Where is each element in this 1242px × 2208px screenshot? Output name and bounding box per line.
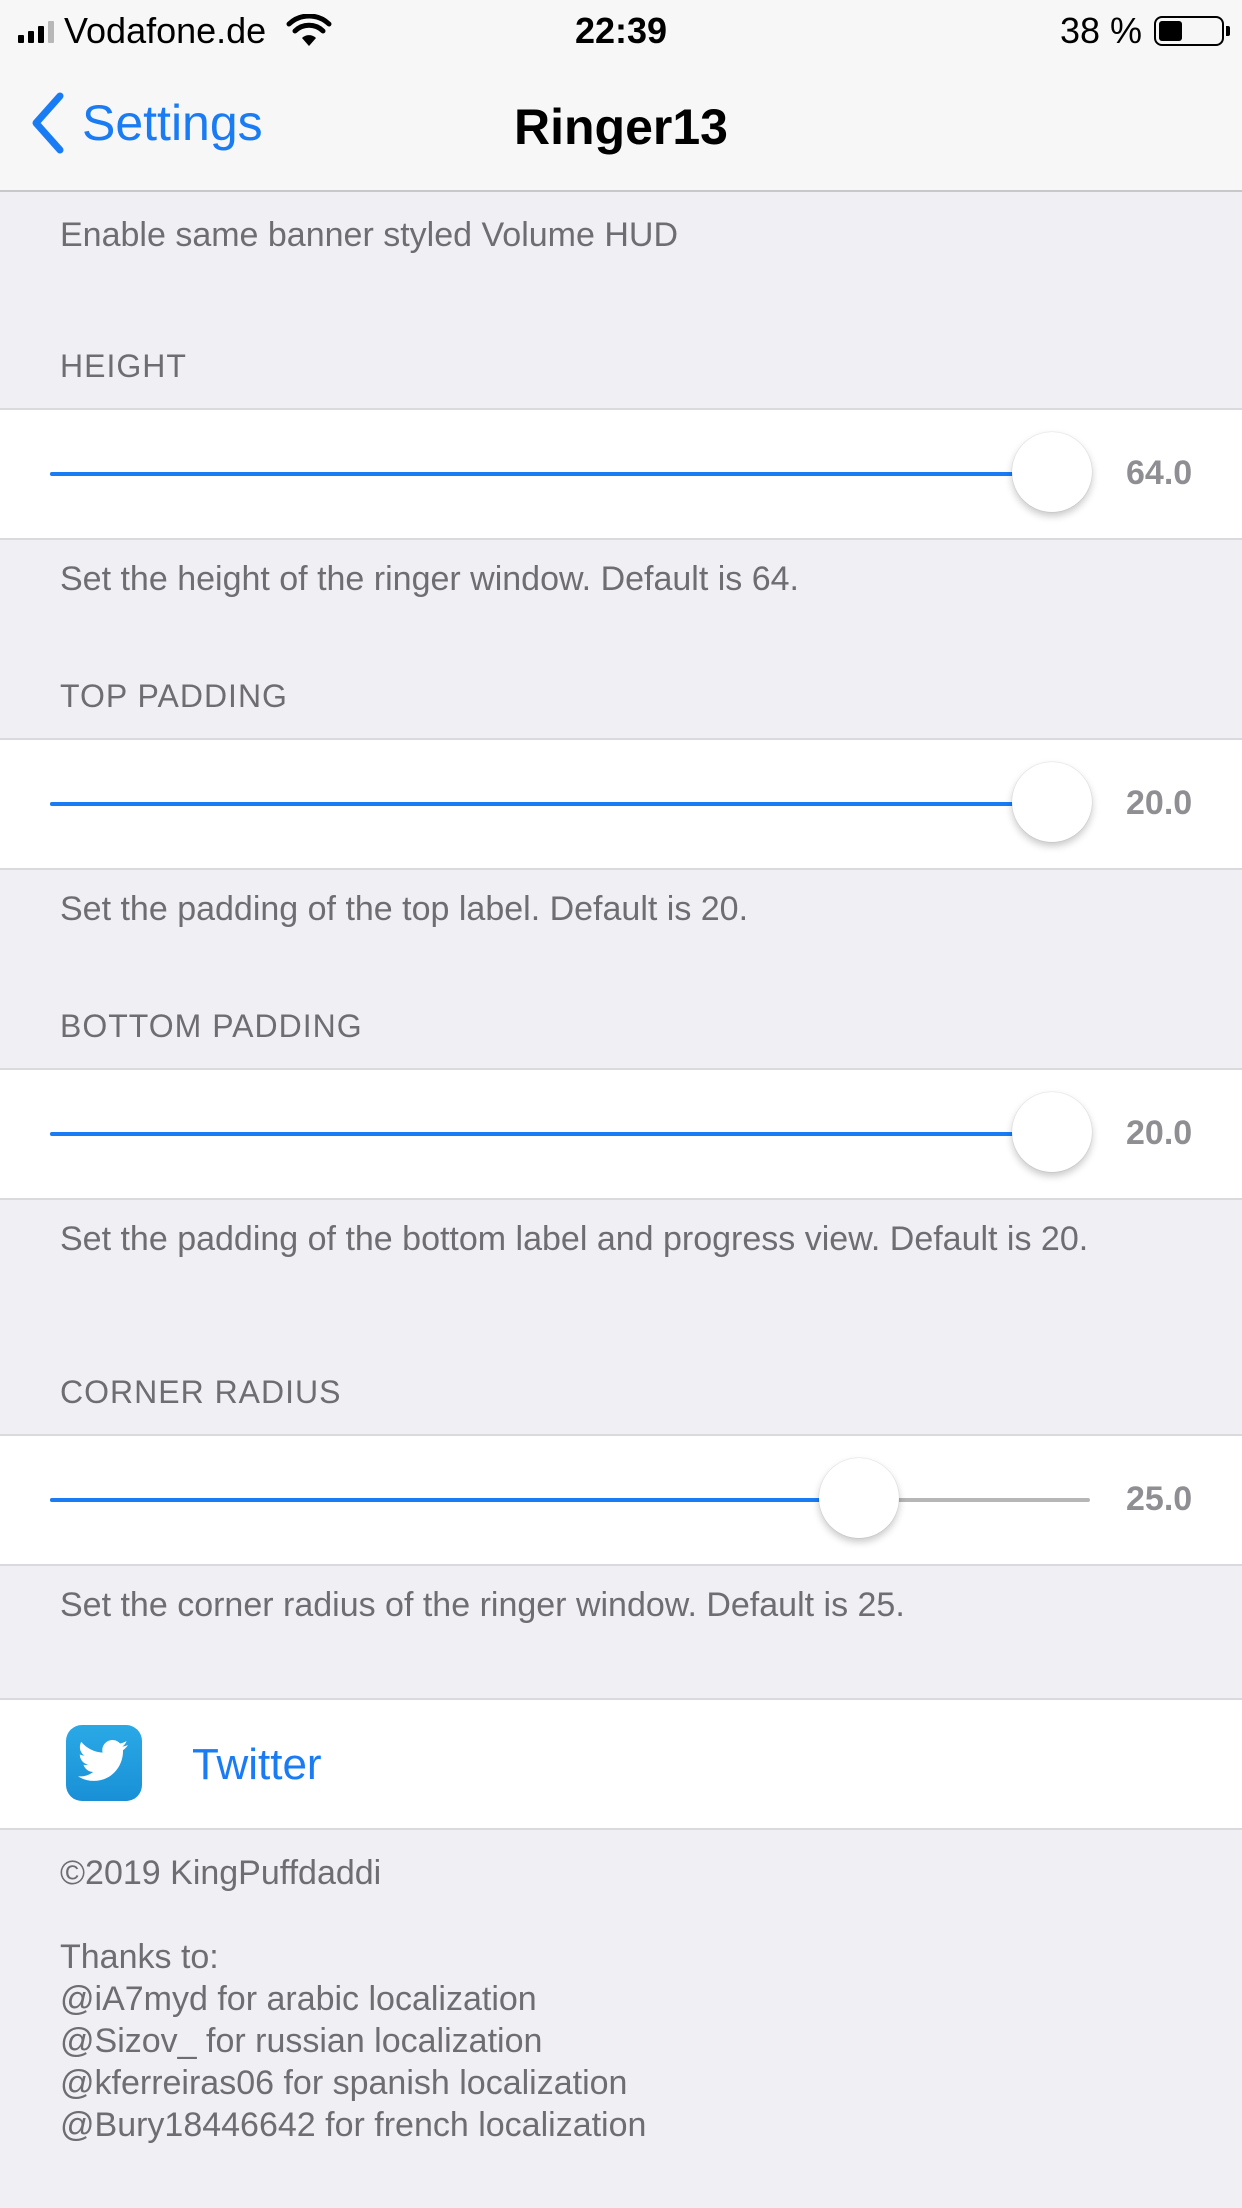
settings-list: Enable same banner styled Volume HUD HEI…	[0, 200, 1242, 2146]
thanks-text: Thanks to: @iA7myd for arabic localizati…	[60, 1938, 647, 2144]
height-slider-cell: 64.0	[0, 408, 1242, 540]
battery-icon	[1154, 16, 1230, 46]
bottom-padding-slider-cell: 20.0	[0, 1068, 1242, 1200]
slider-fill	[50, 802, 1052, 806]
slider-thumb[interactable]	[1011, 432, 1092, 512]
twitter-cell[interactable]: Twitter	[0, 1698, 1242, 1830]
corner-radius-slider-cell: 25.0	[0, 1434, 1242, 1566]
twitter-bird-icon	[66, 1725, 142, 1801]
status-right: 38 %	[1059, 10, 1230, 52]
section-header-top-padding: TOP PADDING	[60, 678, 288, 714]
corner-radius-value: 25.0	[1126, 1480, 1193, 1518]
height-slider[interactable]	[50, 432, 1092, 512]
slider-thumb[interactable]	[1011, 1092, 1092, 1172]
top-padding-value: 20.0	[1126, 784, 1193, 822]
twitter-label: Twitter	[192, 1740, 322, 1789]
top-padding-slider[interactable]	[50, 762, 1092, 842]
battery-fill	[1159, 21, 1182, 41]
bottom-padding-value: 20.0	[1126, 1114, 1193, 1152]
section-footer-top-padding: Set the padding of the top label. Defaul…	[60, 890, 749, 928]
page-title: Ringer13	[514, 99, 728, 155]
slider-thumb[interactable]	[1011, 762, 1092, 842]
status-bar: Vodafone.de 22:39 38 %	[0, 0, 1242, 62]
section-footer-bottom-padding: Set the padding of the bottom label and …	[60, 1220, 1089, 1258]
section-header-height: HEIGHT	[60, 348, 187, 384]
slider-thumb[interactable]	[819, 1458, 900, 1538]
section-footer-volume-hud: Enable same banner styled Volume HUD	[60, 216, 678, 254]
slider-fill	[50, 1132, 1052, 1136]
top-padding-slider-cell: 20.0	[0, 738, 1242, 870]
slider-fill	[50, 472, 1052, 476]
bottom-padding-slider[interactable]	[50, 1092, 1092, 1172]
height-value: 64.0	[1126, 454, 1193, 492]
navigation-bar: Settings Ringer13	[0, 62, 1242, 192]
corner-radius-slider[interactable]	[50, 1458, 1090, 1538]
section-footer-height: Set the height of the ringer window. Def…	[60, 560, 800, 598]
section-header-bottom-padding: BOTTOM PADDING	[60, 1008, 363, 1044]
section-header-corner-radius: CORNER RADIUS	[60, 1374, 342, 1410]
battery-percentage: 38 %	[1059, 10, 1142, 51]
copyright-text: ©2019 KingPuffdaddi	[60, 1854, 382, 1892]
status-time: 22:39	[574, 10, 668, 51]
slider-fill	[50, 1498, 860, 1502]
section-footer-corner-radius: Set the corner radius of the ringer wind…	[60, 1586, 905, 1624]
